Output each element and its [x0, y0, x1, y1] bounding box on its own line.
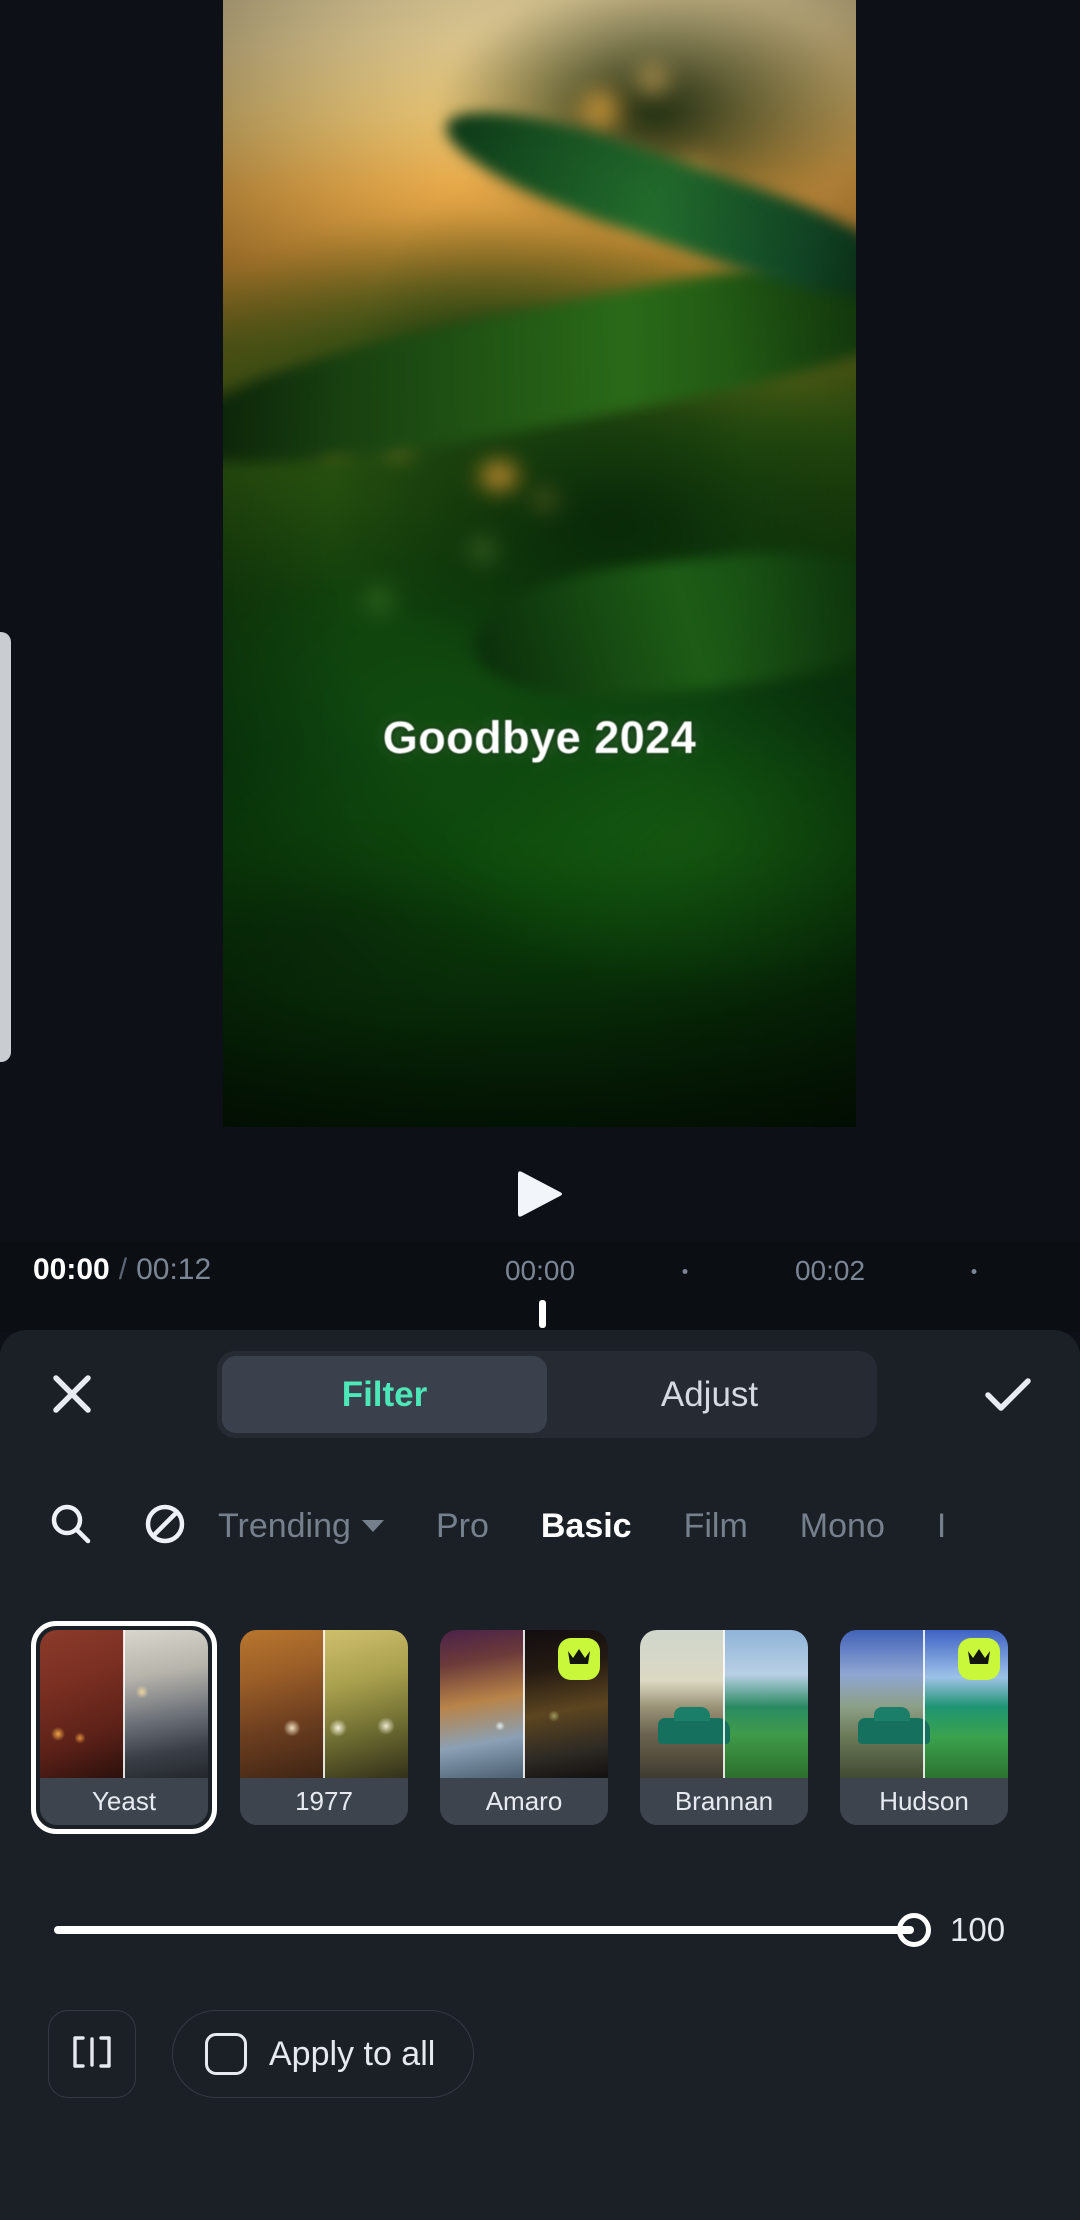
filter-item-amaro[interactable]: Amaro: [440, 1630, 608, 1825]
close-button[interactable]: [44, 1368, 100, 1424]
filter-name-label: Yeast: [40, 1778, 208, 1825]
check-icon: [982, 1371, 1034, 1422]
chevron-down-icon: [361, 1520, 384, 1532]
filter-name-label: Amaro: [440, 1778, 608, 1825]
filter-preview-image: [240, 1630, 408, 1778]
ruler-tick-label: 00:02: [794, 1255, 866, 1286]
filter-panel: Filter Adjust Trending Pro Basic Film Mo…: [0, 1330, 1080, 2220]
category-tab-pro[interactable]: Pro: [436, 1507, 489, 1546]
crown-icon: [566, 1647, 592, 1672]
panel-footer: Apply to all: [0, 2002, 1080, 2106]
filter-name-label: 1977: [240, 1778, 408, 1825]
video-editor-screen: Goodbye 2024 00:00 / 00:12 00:00 00:02 F…: [0, 0, 1080, 2220]
close-icon: [49, 1371, 95, 1422]
ruler-tick-dot: [971, 1269, 977, 1274]
no-filter-icon: [142, 1501, 188, 1552]
filter-name-label: Hudson: [840, 1778, 1008, 1825]
preview-filtered-half: [724, 1630, 808, 1778]
timeline-bar[interactable]: 00:00 / 00:12 00:00 00:02: [0, 1242, 1080, 1332]
filter-thumbnail-list[interactable]: Yeast 1977 Amaro Brannan Hudson: [0, 1620, 1080, 1835]
intensity-value: 100: [950, 1911, 1006, 1948]
timeline-ruler[interactable]: 00:00 00:02: [0, 1242, 1080, 1302]
preview-original-half: [240, 1630, 324, 1778]
compare-button[interactable]: [48, 2010, 136, 2098]
playhead-indicator[interactable]: [539, 1300, 546, 1328]
filter-thumb-body: Yeast: [40, 1630, 208, 1825]
preview-original-half: [840, 1630, 924, 1778]
preview-original-half: [440, 1630, 524, 1778]
preview-split-divider: [523, 1630, 525, 1778]
filter-thumb-body: 1977: [240, 1630, 408, 1825]
category-tab-label: Mono: [799, 1506, 885, 1545]
category-tab-label: Trending: [218, 1506, 351, 1545]
pro-badge: [958, 1638, 1000, 1680]
ruler-tick-dot: [682, 1269, 688, 1274]
filter-name-label: Brannan: [640, 1778, 808, 1825]
category-tab-label: Film: [683, 1506, 748, 1545]
filter-item-yeast[interactable]: Yeast: [31, 1621, 217, 1834]
preview-filtered-half: [124, 1630, 208, 1778]
filter-preview-image: [640, 1630, 808, 1778]
tab-filter[interactable]: Filter: [222, 1356, 547, 1433]
apply-to-all-button[interactable]: Apply to all: [172, 2010, 475, 2098]
apply-to-all-checkbox[interactable]: [205, 2033, 247, 2075]
ruler-tick-label: 00:00: [504, 1255, 576, 1286]
category-tab-next[interactable]: I: [937, 1507, 946, 1546]
drawer-handle[interactable]: [0, 632, 11, 1062]
filter-category-row[interactable]: Trending Pro Basic Film Mono I: [0, 1478, 1080, 1574]
filter-preview-image: [40, 1630, 208, 1778]
preview-filtered-half: [324, 1630, 408, 1778]
video-caption-text[interactable]: Goodbye 2024: [223, 712, 856, 764]
video-canvas[interactable]: Goodbye 2024: [223, 0, 856, 1127]
tab-adjust-label: Adjust: [660, 1374, 759, 1414]
intensity-slider-row[interactable]: 100: [0, 1885, 1080, 1975]
search-icon: [48, 1501, 94, 1552]
video-preview-area: Goodbye 2024: [0, 0, 1080, 1217]
category-tab-label: Basic: [540, 1506, 632, 1545]
crown-icon: [966, 1647, 992, 1672]
play-icon: [512, 1164, 568, 1224]
play-button[interactable]: [506, 1160, 574, 1228]
category-tab-basic[interactable]: Basic: [541, 1507, 632, 1546]
filter-item-brannan[interactable]: Brannan: [640, 1630, 808, 1825]
pro-badge: [558, 1638, 600, 1680]
tab-adjust[interactable]: Adjust: [547, 1356, 872, 1433]
category-tab-film[interactable]: Film: [684, 1507, 748, 1546]
filter-thumb-body: Brannan: [640, 1630, 808, 1825]
filter-item-hudson[interactable]: Hudson: [840, 1630, 1008, 1825]
intensity-slider-thumb[interactable]: [897, 1913, 931, 1947]
category-tab-label: I: [936, 1506, 947, 1545]
confirm-button[interactable]: [980, 1368, 1036, 1424]
category-tab-trending[interactable]: Trending: [218, 1507, 384, 1546]
preview-split-divider: [123, 1630, 125, 1778]
no-filter-button[interactable]: [128, 1489, 202, 1563]
video-vignette: [223, 0, 856, 1127]
preview-original-half: [40, 1630, 124, 1778]
preview-subject: [658, 1707, 730, 1744]
apply-to-all-label: Apply to all: [269, 2034, 436, 2073]
filter-item-1977[interactable]: 1977: [240, 1630, 408, 1825]
mode-segmented-control: Filter Adjust: [217, 1351, 877, 1438]
panel-header: Filter Adjust: [0, 1330, 1080, 1460]
category-tab-mono[interactable]: Mono: [800, 1507, 885, 1546]
category-tab-label: Pro: [435, 1506, 489, 1545]
preview-split-divider: [923, 1630, 925, 1778]
preview-split-divider: [723, 1630, 725, 1778]
preview-subject: [858, 1707, 930, 1744]
search-button[interactable]: [34, 1489, 108, 1563]
preview-original-half: [640, 1630, 724, 1778]
compare-split-icon: [70, 2035, 114, 2074]
intensity-slider-track[interactable]: [54, 1913, 931, 1947]
preview-split-divider: [323, 1630, 325, 1778]
tab-filter-label: Filter: [341, 1374, 428, 1414]
